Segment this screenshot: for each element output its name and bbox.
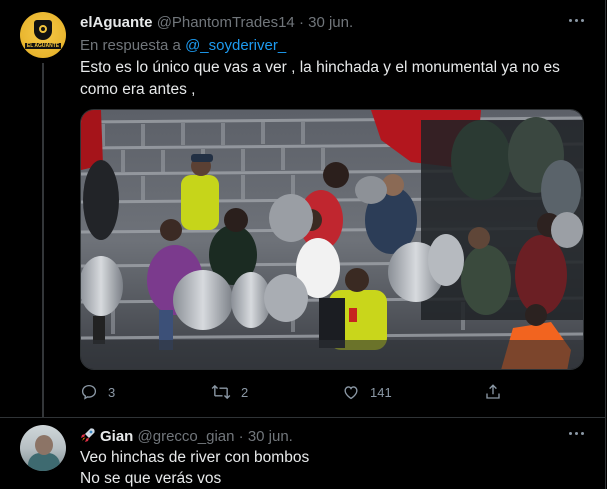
like-count: 141 <box>370 384 392 400</box>
reply-count: 3 <box>108 384 116 400</box>
reply-mention-link[interactable]: @_soyderiver_ <box>185 37 286 54</box>
reply-icon <box>81 384 97 400</box>
timeline-column: EL AGUANTE elAguante @PhantomTrades14 · … <box>0 0 606 489</box>
more-icon[interactable] <box>567 427 585 441</box>
reply-prefix: En respuesta a <box>80 37 181 54</box>
tweet-date[interactable]: 30 jun. <box>308 14 353 31</box>
heart-icon <box>344 386 358 400</box>
retweet-icon <box>211 384 231 400</box>
share-button[interactable] <box>484 383 502 401</box>
more-icon[interactable] <box>567 14 585 28</box>
thread-line <box>42 63 44 417</box>
author-handle[interactable]: @PhantomTrades14 <box>157 14 295 31</box>
reply-context: En respuesta a @_soyderiver_ <box>80 37 286 54</box>
reply-text-line-2: No se que verás vos <box>80 470 222 487</box>
avatar-label: EL AGUANTE <box>25 43 61 49</box>
tweet-divider <box>0 417 606 418</box>
tweet-text: Esto es lo único que vas a ver , la hinc… <box>80 59 560 98</box>
like-button[interactable]: 141 <box>342 383 392 401</box>
separator: · <box>298 14 304 31</box>
reply-date[interactable]: 30 jun. <box>248 428 293 445</box>
retweet-count: 2 <box>241 384 249 400</box>
tweet-photo[interactable] <box>80 109 584 370</box>
reply-text: Veo hinchas de river con bombos No se qu… <box>80 447 580 489</box>
share-icon <box>486 384 500 399</box>
stadium-photo-icon <box>81 110 583 369</box>
reply-text-line-1: Veo hinchas de river con bombos <box>80 449 310 466</box>
tweet-header: elAguante @PhantomTrades14 · 30 jun. <box>80 14 353 31</box>
reply-author-name[interactable]: Gian <box>100 428 133 445</box>
shield-logo-icon <box>34 20 52 40</box>
reply-button[interactable]: 3 <box>80 383 115 401</box>
author-name[interactable]: elAguante <box>80 14 153 31</box>
separator: · <box>238 428 244 445</box>
reply-author-handle[interactable]: @grecco_gian <box>138 428 235 445</box>
avatar[interactable] <box>20 425 66 471</box>
avatar[interactable]: EL AGUANTE <box>20 12 66 58</box>
retweet-button[interactable]: 2 <box>211 383 248 401</box>
reply-header: Gian @grecco_gian · 30 jun. <box>80 427 293 447</box>
rocket-icon <box>80 427 96 447</box>
